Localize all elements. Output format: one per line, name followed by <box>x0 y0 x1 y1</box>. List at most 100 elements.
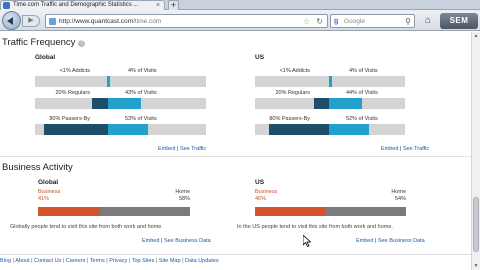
traffic-frequency-title: Traffic Frequency <box>2 37 76 48</box>
traffic-bar-dark <box>314 98 329 109</box>
traffic-bar-track <box>255 76 405 87</box>
footer-link-careers[interactable]: Careers <box>66 258 86 264</box>
traffic-bar-track <box>35 76 206 87</box>
embed-link[interactable]: Embed <box>142 238 159 244</box>
business-global-title: Global <box>38 179 59 186</box>
address-bar[interactable]: http://www.quantcast.com/time.com ☆ ↻ <box>45 14 328 28</box>
traffic-row-label: <1% Addicts <box>59 68 90 74</box>
scrollbar-thumb[interactable] <box>473 197 479 252</box>
traffic-row-value: 52% of Visits <box>346 116 378 122</box>
google-engine-icon[interactable]: g <box>334 17 342 26</box>
business-activity-title: Business Activity <box>2 162 73 173</box>
footer-separator: | <box>128 258 131 264</box>
business-label: Business 46% <box>255 189 277 202</box>
traffic-row-label: 20% Regulars <box>275 90 310 96</box>
business-label-text: Business <box>38 189 61 195</box>
traffic-bar-track <box>255 124 405 135</box>
search-box[interactable]: g Google ⚲ <box>330 14 415 28</box>
home-label: Home 58% <box>160 189 190 202</box>
business-global-links: Embed | See Business Data <box>142 238 211 244</box>
traffic-bar-light <box>329 76 332 87</box>
vertical-scrollbar[interactable]: ▲ ▼ <box>471 32 480 270</box>
reload-icon[interactable]: ↻ <box>316 16 323 27</box>
help-icon[interactable]: ? <box>78 40 86 47</box>
traffic-bar-track <box>35 124 206 135</box>
mouse-cursor-icon <box>303 235 311 247</box>
footer-separator: | <box>182 258 184 264</box>
see-business-data-link[interactable]: See Business Data <box>378 238 425 244</box>
traffic-row-value: 43% of Visits <box>125 90 157 96</box>
footer-link-privacy[interactable]: Privacy <box>109 258 127 264</box>
footer-link-terms[interactable]: Terms <box>90 258 105 264</box>
see-traffic-link[interactable]: See Traffic <box>403 146 429 152</box>
url-text[interactable]: http://www.quantcast.com/time.com <box>59 16 161 27</box>
business-us-title: US <box>255 179 265 186</box>
footer-link-about[interactable]: About <box>15 258 29 264</box>
traffic-bar-dark <box>269 124 329 135</box>
business-percent: 46% <box>255 195 267 202</box>
bookmark-star-icon[interactable]: ☆ <box>303 16 310 27</box>
footer-separator: | <box>12 258 14 264</box>
scroll-up-arrow-icon[interactable]: ▲ <box>472 32 480 40</box>
traffic-bar-light <box>329 124 369 135</box>
footer-divider <box>0 254 471 255</box>
traffic-row-value: 4% of Visits <box>128 68 157 74</box>
search-icon[interactable]: ⚲ <box>405 16 411 27</box>
traffic-row-value: 4% of Visits <box>349 68 378 74</box>
sem-toolbar-button[interactable]: SEM <box>440 13 478 29</box>
traffic-bar-light <box>107 76 110 87</box>
back-button[interactable] <box>2 11 21 30</box>
navigation-toolbar: ▶ http://www.quantcast.com/time.com ☆ ↻ … <box>0 10 480 31</box>
traffic-us-title: US <box>255 54 265 61</box>
business-home-bar <box>255 207 406 216</box>
traffic-us-links: Embed | See Traffic <box>381 146 429 152</box>
traffic-bar-dark <box>44 124 108 135</box>
footer-link-site-map[interactable]: Site Map <box>159 258 181 264</box>
link-separator: | <box>399 146 402 152</box>
business-bar-segment <box>38 207 100 216</box>
traffic-row-value: 44% of Visits <box>346 90 378 96</box>
home-label: Home 54% <box>376 189 406 202</box>
business-percent: 41% <box>38 195 50 202</box>
link-separator: | <box>374 238 377 244</box>
business-label-text: Business <box>255 189 278 195</box>
see-traffic-link[interactable]: See Traffic <box>180 146 206 152</box>
quantcast-favicon-icon <box>3 2 10 9</box>
embed-link[interactable]: Embed <box>158 146 175 152</box>
traffic-row-label: 80% Passers-By <box>49 116 90 122</box>
footer-link-data-updates[interactable]: Data Updates <box>185 258 219 264</box>
footer-link-top-sites[interactable]: Top Sites <box>132 258 155 264</box>
traffic-bar-dark <box>92 98 108 109</box>
footer-link-contact[interactable]: Contact Us <box>34 258 61 264</box>
home-percent: 58% <box>178 195 190 202</box>
traffic-bar-light <box>108 98 141 109</box>
browser-tab[interactable]: Time.com Traffic and Demographic Statist… <box>0 0 165 10</box>
business-note: Globally people tend to visit this site … <box>10 224 163 230</box>
traffic-row-label: <1% Addicts <box>279 68 310 74</box>
traffic-row-label: 20% Regulars <box>55 90 90 96</box>
tab-close-icon[interactable]: × <box>156 1 160 10</box>
footer-separator: | <box>86 258 89 264</box>
footer-separator: | <box>106 258 108 264</box>
embed-link[interactable]: Embed <box>356 238 373 244</box>
footer-separator: | <box>31 258 33 264</box>
scroll-down-arrow-icon[interactable]: ▼ <box>472 262 480 270</box>
page-viewport: Traffic Frequency? Global <1% Addicts 4%… <box>0 32 471 270</box>
home-icon[interactable]: ⌂ <box>421 14 435 28</box>
traffic-global-title: Global <box>35 54 56 61</box>
embed-link[interactable]: Embed <box>381 146 398 152</box>
traffic-bar-light <box>329 98 362 109</box>
footer-link-blog[interactable]: Blog <box>0 258 11 264</box>
traffic-bar-track <box>35 98 206 109</box>
url-domain: http://www.quantcast.com <box>59 18 134 25</box>
traffic-global-links: Embed | See Traffic <box>158 146 206 152</box>
tab-strip: Time.com Traffic and Demographic Statist… <box>0 0 480 10</box>
traffic-row-value: 53% of Visits <box>125 116 157 122</box>
see-business-data-link[interactable]: See Business Data <box>164 238 211 244</box>
footer-separator: | <box>62 258 65 264</box>
forward-button[interactable]: ▶ <box>22 15 40 27</box>
traffic-bar-track <box>255 98 405 109</box>
section-divider <box>0 156 471 157</box>
home-percent: 54% <box>394 195 406 202</box>
new-tab-button[interactable]: + <box>168 0 179 10</box>
